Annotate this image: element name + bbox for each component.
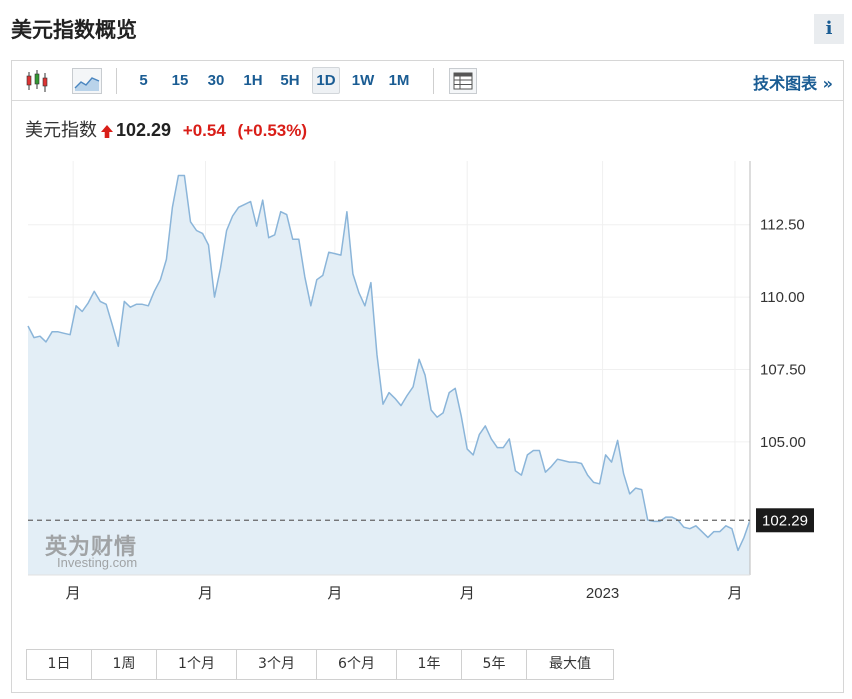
x-tick-label: 月: [198, 585, 213, 602]
range-5y[interactable]: 5年: [462, 650, 527, 679]
range-selector: 1日 1周 1个月 3个月 6个月 1年 5年 最大值: [26, 649, 614, 680]
y-tick-label: 105.00: [760, 434, 806, 451]
watermark-logo-en: Investing.com: [57, 555, 138, 570]
range-1y[interactable]: 1年: [397, 650, 462, 679]
y-tick-label: 107.50: [760, 361, 806, 378]
range-max[interactable]: 最大值: [527, 650, 613, 679]
range-1d[interactable]: 1日: [27, 650, 92, 679]
y-tick-label: 112.50: [760, 217, 805, 234]
price-area: [28, 175, 750, 575]
range-3m[interactable]: 3个月: [237, 650, 317, 679]
range-1m[interactable]: 1个月: [157, 650, 237, 679]
x-tick-label: 月: [460, 585, 475, 602]
x-tick-label: 2023: [586, 585, 619, 602]
page-title: 美元指数概览: [11, 18, 137, 42]
y-tick-label: 110.00: [760, 289, 805, 306]
range-1w[interactable]: 1周: [92, 650, 157, 679]
x-tick-label: 月: [327, 585, 342, 602]
current-price-label: 102.29: [762, 512, 808, 529]
x-tick-label: 月: [66, 585, 81, 602]
range-6m[interactable]: 6个月: [317, 650, 397, 679]
x-tick-label: 月: [727, 585, 742, 602]
chart-widget: 5 15 30 1H 5H 1D 1W 1M 技术图表 » 美元指数 102.29…: [11, 60, 844, 693]
info-button[interactable]: i: [814, 14, 844, 44]
